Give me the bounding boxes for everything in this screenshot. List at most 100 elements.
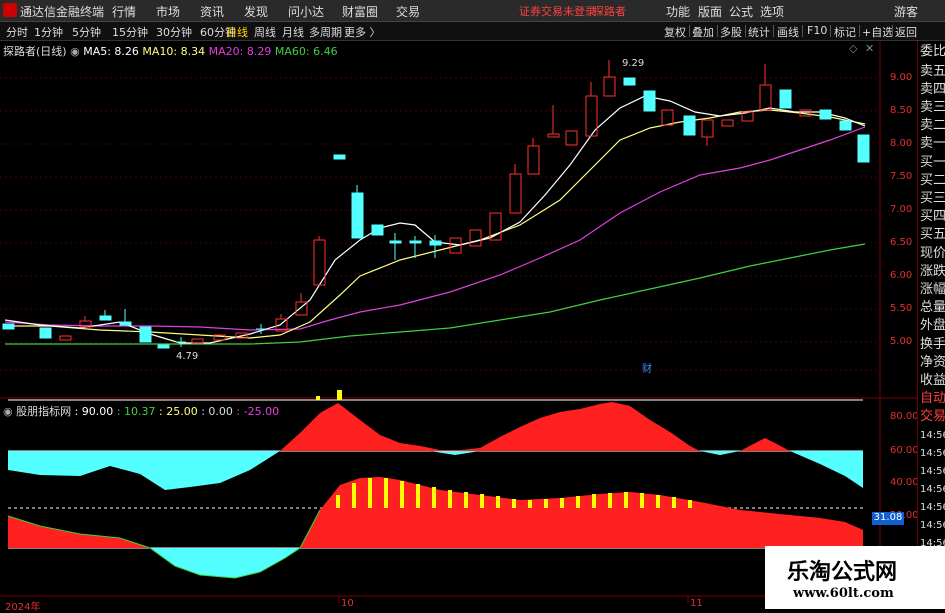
- menu-layout[interactable]: 版面: [698, 3, 722, 20]
- finance-marker[interactable]: 财: [642, 360, 652, 375]
- ma20-line: [4, 126, 866, 331]
- tick-time: 14:56: [920, 502, 945, 513]
- menu-item-wealth[interactable]: 财富圈: [342, 3, 378, 20]
- watermark-box: 乐淘公式网 www.60lt.com: [765, 546, 945, 609]
- upper-cyan-area: [8, 451, 280, 490]
- sidebar-item: 净资: [920, 355, 945, 370]
- up-candles: [59, 60, 812, 344]
- sidebar-item: 涨幅: [920, 282, 945, 297]
- menu-item-market[interactable]: 市场: [156, 3, 180, 20]
- sidebar-item: 卖五: [920, 64, 945, 79]
- btn-f10[interactable]: F10: [807, 24, 827, 37]
- quote-sidebar: 委比 卖五 卖四 卖三 卖二 卖一 买一 买二 买三 买四 买五 现价 涨跌 涨…: [917, 41, 945, 609]
- menu-options[interactable]: 选项: [760, 3, 784, 20]
- down-candles: [2, 77, 870, 349]
- upper-cyan-area-2: [430, 451, 480, 455]
- indicator-legend: ◉ 股朋指标网 : 90.00 : 10.37 : 25.00 : 0.00 :…: [3, 403, 279, 419]
- divider: [717, 25, 718, 37]
- price-axis-label: 8.50: [890, 105, 913, 116]
- lower-cyan-area: [150, 548, 300, 578]
- date-label-year: 2024年: [5, 602, 41, 613]
- diamond-icon[interactable]: ◇: [849, 42, 857, 55]
- upper-cyan-area-4: [790, 451, 863, 488]
- upper-cyan-area-3: [700, 451, 740, 455]
- sidebar-item: 买一: [920, 155, 945, 170]
- sidebar-item: 买四: [920, 209, 945, 224]
- sidebar-item: 收益: [920, 373, 945, 388]
- sidebar-auto-button[interactable]: 自动: [920, 390, 945, 408]
- upper-red-area-2: [740, 438, 790, 451]
- tab-multi-period[interactable]: 多周期: [309, 24, 342, 40]
- tab-intraday[interactable]: 分时: [6, 24, 28, 40]
- stock-name[interactable]: 探路者(日线): [3, 45, 67, 58]
- sidebar-item: 现价: [920, 246, 945, 261]
- watermark-url: www.60lt.com: [793, 586, 894, 601]
- ma60-line: [5, 243, 866, 345]
- btn-overlay[interactable]: 叠加: [692, 24, 714, 40]
- watermark-title: 乐淘公式网: [787, 559, 898, 585]
- tab-15min[interactable]: 15分钟: [112, 24, 148, 40]
- divider: [859, 25, 860, 37]
- price-axis-label: 7.50: [890, 171, 913, 182]
- date-label-oct: 10: [341, 598, 354, 609]
- settings-icon[interactable]: ◉: [70, 45, 80, 58]
- tab-weekly[interactable]: 周线: [254, 24, 276, 40]
- chart-canvas[interactable]: [0, 41, 917, 609]
- indicator-v5: : -25.00: [236, 405, 280, 418]
- indicator-axis-label: 40.00: [890, 477, 919, 488]
- sidebar-item: 买三: [920, 191, 945, 206]
- btn-mark[interactable]: 标记: [834, 24, 856, 40]
- menu-item-discover[interactable]: 发现: [244, 3, 268, 20]
- indicator-settings-icon[interactable]: ◉: [3, 405, 13, 418]
- sidebar-item: 外盘: [920, 318, 945, 333]
- menu-item-news[interactable]: 资讯: [200, 3, 224, 20]
- date-label-nov: 11: [690, 598, 703, 609]
- price-axis-label: 7.00: [890, 204, 913, 215]
- upper-red-area: [280, 402, 700, 451]
- menu-item-quotes[interactable]: 行情: [112, 3, 136, 20]
- sidebar-item: 委比: [920, 44, 945, 59]
- sidebar-item: 总量: [920, 300, 945, 315]
- btn-draw-line[interactable]: 画线: [777, 24, 799, 40]
- menu-item-ask[interactable]: 问小达: [288, 3, 324, 20]
- low-price-label: 4.79: [176, 351, 199, 362]
- divider: [745, 25, 746, 37]
- menu-item-trade[interactable]: 交易: [396, 3, 420, 20]
- ma20-value: MA20: 8.29: [208, 45, 272, 58]
- tab-1min[interactable]: 1分钟: [34, 24, 63, 40]
- btn-multi-stock[interactable]: 多股: [720, 24, 742, 40]
- price-axis-label: 6.00: [890, 270, 913, 281]
- divider: [773, 25, 774, 37]
- divider: [802, 25, 803, 37]
- stock-name-status: 探路者: [593, 5, 626, 18]
- tick-time: 14:56: [920, 466, 945, 477]
- divider: [830, 25, 831, 37]
- tab-daily[interactable]: 日线: [226, 24, 248, 40]
- indicator-axis-label: 60.00: [890, 445, 919, 456]
- chart-legend: 探路者(日线) ◉ MA5: 8.26 MA10: 8.34 MA20: 8.2…: [3, 43, 338, 59]
- indicator-name[interactable]: 股朋指标网: [16, 405, 71, 418]
- tick-time: 14:56: [920, 448, 945, 459]
- btn-back[interactable]: 返回: [895, 24, 917, 40]
- tab-5min[interactable]: 5分钟: [72, 24, 101, 40]
- tick-time: 14:56: [920, 430, 945, 441]
- menu-guest[interactable]: 游客: [894, 3, 918, 20]
- sidebar-item: 卖二: [920, 118, 945, 133]
- app-title: 通达信金融终端: [20, 5, 105, 19]
- price-axis-label: 5.00: [890, 336, 913, 347]
- close-icon[interactable]: ✕: [865, 42, 874, 55]
- indicator-current-value: 31.08: [872, 512, 904, 525]
- tab-more[interactable]: 更多 〉: [344, 24, 381, 40]
- btn-restore-rights[interactable]: 复权: [664, 24, 686, 40]
- divider: [689, 25, 690, 37]
- ma5-line: [4, 95, 866, 344]
- btn-add-watchlist[interactable]: +自选: [862, 24, 893, 40]
- menu-function[interactable]: 功能: [666, 3, 690, 20]
- price-axis-label: 5.50: [890, 303, 913, 314]
- btn-statistics[interactable]: 统计: [748, 24, 770, 40]
- tab-30min[interactable]: 30分钟: [156, 24, 192, 40]
- login-status[interactable]: 证券交易未登录: [519, 3, 596, 19]
- sidebar-trade-button[interactable]: 交易: [920, 408, 945, 426]
- menu-formula[interactable]: 公式: [729, 3, 753, 20]
- tab-monthly[interactable]: 月线: [282, 24, 304, 40]
